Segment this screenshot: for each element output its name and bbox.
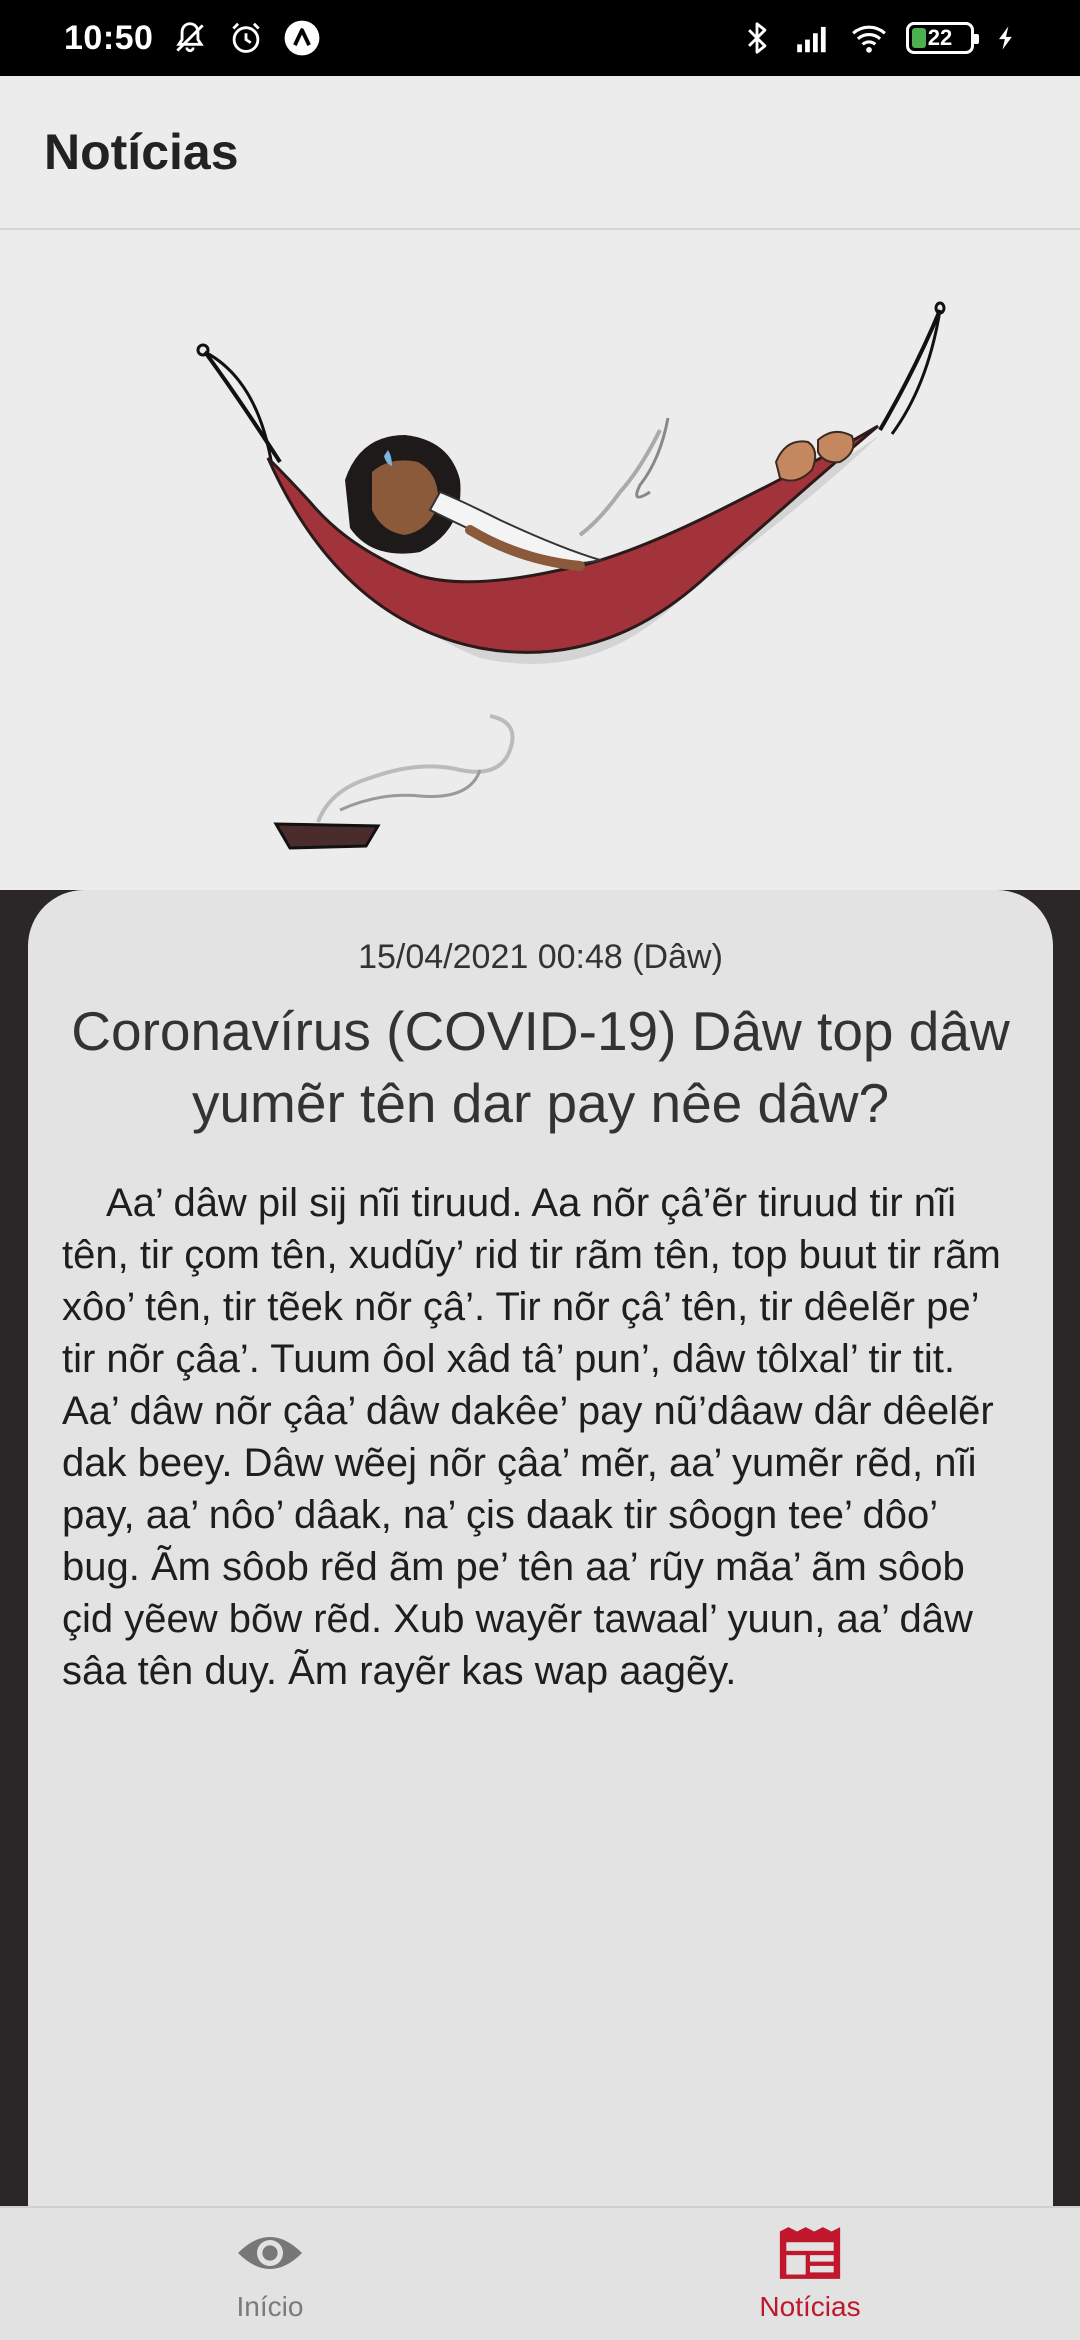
alarm-icon xyxy=(232,22,261,53)
status-left: 10:50 xyxy=(64,19,321,58)
status-bar: 10:50 22 xyxy=(0,0,1080,76)
bluetooth-icon xyxy=(748,22,767,54)
news-title: Coronavírus (COVID-19) Dâw top dâw yumẽr… xyxy=(71,1000,1010,1134)
nav-item-noticias[interactable]: Notícias xyxy=(540,2208,1080,2340)
status-right: 22 xyxy=(738,19,1020,57)
muted-bell-icon xyxy=(176,22,205,53)
battery-level: 22 xyxy=(927,25,953,50)
news-date: 15/04/2021 00:48 (Dâw) xyxy=(358,938,723,976)
wifi-icon xyxy=(852,25,886,53)
nav-label-noticias: Notícias xyxy=(759,2291,861,2322)
battery-nub xyxy=(974,34,979,44)
charging-icon xyxy=(999,26,1012,50)
eye-icon xyxy=(238,2237,302,2269)
bottom-nav: Início Notícias xyxy=(0,2206,1080,2340)
signal-icon xyxy=(797,26,826,53)
newspaper-icon xyxy=(779,2227,841,2279)
hammock-illustration xyxy=(196,301,946,850)
page-title: Notícias xyxy=(44,124,239,180)
app-badge-icon xyxy=(285,20,320,56)
nav-label-inicio: Início xyxy=(236,2291,304,2322)
hero-illustration xyxy=(0,230,1080,890)
news-card: 15/04/2021 00:48 (Dâw) Coronavírus (COVI… xyxy=(28,890,1053,2210)
nav-item-inicio[interactable]: Início xyxy=(0,2208,540,2340)
clock: 10:50 xyxy=(64,18,154,57)
app-bar: Notícias xyxy=(0,76,1080,230)
battery-fill xyxy=(912,28,926,48)
battery-icon: 22 xyxy=(906,22,979,54)
news-body: Aa’ dâw pil sij nĩi tiruud. Aa nõr çâ’ẽr… xyxy=(62,1181,1001,1693)
